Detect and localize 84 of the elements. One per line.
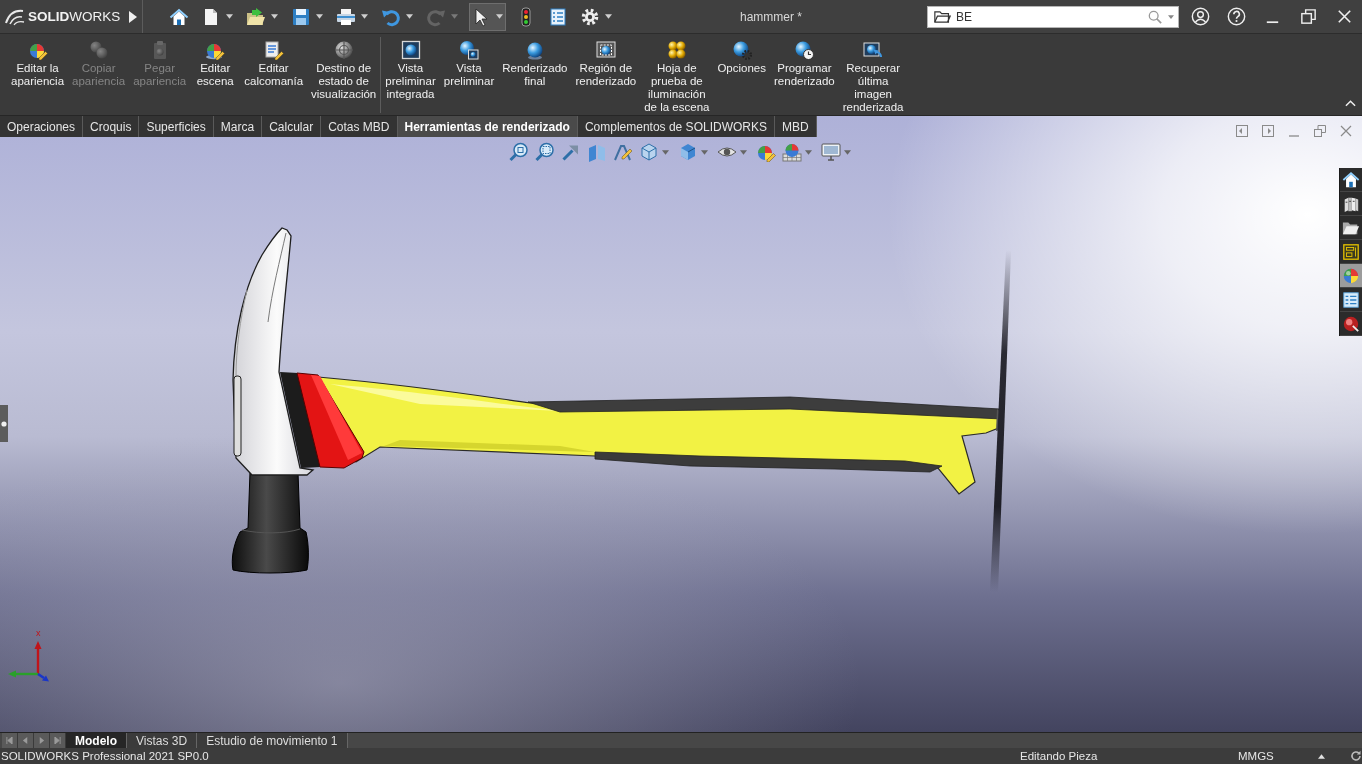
ribbon-button[interactable]: Editar la apariencia xyxy=(7,34,69,114)
tile-left-icon[interactable] xyxy=(1236,125,1248,137)
model-tab[interactable]: Vistas 3D xyxy=(127,733,198,748)
status-units: MMGS xyxy=(1238,749,1275,764)
command-tab[interactable]: MBD xyxy=(774,116,817,137)
status-product: SOLIDWORKS Professional 2021 SP0.0 xyxy=(0,749,210,764)
model-tab[interactable]: Modelo xyxy=(66,733,127,748)
decal-pencil-icon[interactable] xyxy=(263,40,284,60)
ribbon-button[interactable]: Editar calcomanía xyxy=(240,34,308,114)
caret-icon[interactable] xyxy=(605,14,612,19)
skip-last-icon[interactable] xyxy=(54,737,61,744)
ribbon-button[interactable]: Renderizado final xyxy=(498,34,572,114)
search-icon[interactable] xyxy=(1148,9,1162,24)
printer-icon[interactable] xyxy=(336,6,356,27)
search-field[interactable]: BE xyxy=(927,5,1179,28)
caret-icon[interactable] xyxy=(406,14,413,19)
ribbon-button[interactable]: Opciones xyxy=(713,34,770,114)
caret-icon[interactable] xyxy=(739,149,747,155)
monitor-icon[interactable] xyxy=(820,142,841,162)
ribbon-button[interactable]: Recuperar última imagen renderizada xyxy=(838,34,908,114)
account-icon[interactable] xyxy=(1190,7,1210,26)
caret-icon[interactable] xyxy=(361,14,368,19)
logo-mark-icon xyxy=(4,7,26,26)
next-icon[interactable] xyxy=(38,737,45,744)
app-logo-text: SOLIDWORKS xyxy=(28,9,121,24)
command-tab[interactable]: Calcular xyxy=(262,116,322,137)
command-tab[interactable]: Marca xyxy=(213,116,263,137)
ribbon-button[interactable]: Destino de estado de visualización xyxy=(307,34,381,114)
sphere-arrow-icon[interactable] xyxy=(863,40,884,60)
command-tab[interactable]: Superficies xyxy=(139,116,214,137)
caret-icon[interactable] xyxy=(316,14,323,19)
skip-first-icon[interactable] xyxy=(6,737,13,744)
save-icon[interactable] xyxy=(291,6,311,27)
ribbon-button[interactable]: Programar renderizado xyxy=(770,34,839,114)
expand-arrow-icon[interactable] xyxy=(129,10,137,23)
first-tab-button[interactable] xyxy=(2,733,18,748)
caret-icon[interactable] xyxy=(1168,14,1174,19)
scene-sphere-icon[interactable] xyxy=(781,142,802,162)
ribbon-button[interactable]: Región de renderizado xyxy=(571,34,641,114)
sphere-clock-icon[interactable] xyxy=(794,40,815,60)
command-tab[interactable]: Cotas MBD xyxy=(321,116,398,137)
previous-tab-button[interactable] xyxy=(18,733,34,748)
caret-icon[interactable] xyxy=(496,14,503,19)
axis-triad-icon xyxy=(6,640,50,682)
command-tab[interactable]: Complementos de SOLIDWORKS xyxy=(577,116,775,137)
next-tab-button[interactable] xyxy=(34,733,50,748)
caret-icon[interactable] xyxy=(661,149,669,155)
caret-icon[interactable] xyxy=(271,14,278,19)
command-tab[interactable]: Herramientas de renderizado xyxy=(397,116,578,137)
caret-icon[interactable] xyxy=(700,149,708,155)
sphere-gear-icon[interactable] xyxy=(731,40,752,60)
search-input[interactable]: BE xyxy=(951,7,1148,26)
circular-arrow-icon[interactable] xyxy=(1350,750,1362,762)
ribbon-button[interactable]: Hoja de prueba de iluminación de la escena xyxy=(640,34,714,114)
model-tab[interactable]: Estudio de movimiento 1 xyxy=(197,733,348,748)
grip-dot-icon[interactable] xyxy=(1,420,7,427)
settings-icon[interactable] xyxy=(580,6,600,27)
restore-icon[interactable] xyxy=(1298,7,1318,26)
caret-icon[interactable] xyxy=(843,149,851,155)
sphere-window-icon[interactable] xyxy=(459,40,479,60)
ribbon-button[interactable]: Vista preliminar integrada xyxy=(381,34,440,114)
toolbar-button[interactable] xyxy=(469,2,506,31)
ribbon-button[interactable]: Vista preliminar xyxy=(439,34,499,114)
open-folder-icon[interactable] xyxy=(246,6,266,27)
caret-icon[interactable] xyxy=(226,14,233,19)
collapse-caret-icon[interactable] xyxy=(1345,100,1356,107)
caret-up-icon[interactable] xyxy=(1318,753,1325,759)
status-mode: Editando Pieza xyxy=(1020,749,1099,764)
caret-icon[interactable] xyxy=(804,149,812,155)
region-frame-icon[interactable] xyxy=(595,40,616,60)
help-icon[interactable] xyxy=(1226,7,1246,26)
folder-icon[interactable] xyxy=(934,9,951,24)
last-tab-button[interactable] xyxy=(50,733,66,748)
document-title: hammmer * xyxy=(739,9,803,24)
command-tab[interactable]: Operaciones xyxy=(0,116,84,137)
crosshair-globe-icon[interactable] xyxy=(333,40,354,60)
four-spheres-icon[interactable] xyxy=(666,40,687,60)
cube-icon[interactable] xyxy=(638,142,659,162)
ribbon-button[interactable]: Editar escena xyxy=(190,34,241,114)
previous-icon[interactable] xyxy=(22,737,29,744)
panel-flyout-handle[interactable] xyxy=(0,405,8,442)
tile-right-icon[interactable] xyxy=(1262,125,1274,137)
axis-label: x xyxy=(36,628,41,638)
command-tab[interactable]: Croquis xyxy=(83,116,140,137)
